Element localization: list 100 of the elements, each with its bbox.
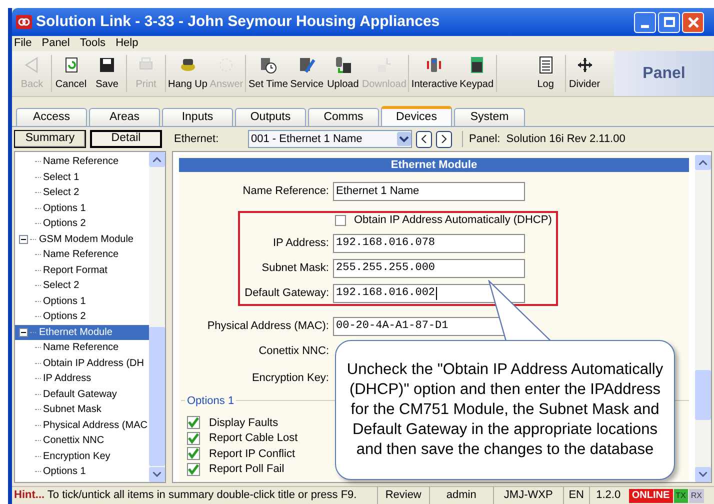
toolbar-button[interactable]: Upload	[324, 51, 361, 96]
tab[interactable]: System	[454, 108, 525, 126]
group-title: Options 1	[185, 393, 236, 410]
field-label: Default Gateway:	[244, 286, 329, 302]
tree-item[interactable]: Options 2	[43, 216, 86, 232]
minimize-icon	[641, 24, 649, 28]
tree-item[interactable]: Name Reference	[43, 247, 119, 262]
toolbar-button[interactable]: Interactive	[410, 51, 459, 96]
tree-item[interactable]: Options 1	[43, 200, 86, 216]
tree-item[interactable]: IP Address	[43, 371, 92, 386]
checkbox[interactable]	[335, 215, 346, 226]
menu-item[interactable]: Tools	[80, 35, 106, 52]
checkbox[interactable]	[187, 416, 200, 430]
status-field: JMJ-WXP	[492, 487, 563, 504]
device-label: Ethernet:	[174, 132, 220, 147]
checkbox-label: Display Faults	[209, 416, 278, 430]
tree-item[interactable]: Select 2	[43, 278, 80, 294]
collapse-toggle[interactable]	[19, 234, 28, 244]
field-label: Subnet Mask:	[260, 261, 329, 276]
tree-item[interactable]: Report Format	[43, 262, 108, 278]
minimize-button[interactable]	[634, 12, 656, 32]
close-icon	[688, 16, 698, 28]
tree-item[interactable]: Conettix NNC	[43, 433, 104, 448]
checkbox[interactable]	[187, 462, 200, 476]
view-button[interactable]: Detail	[90, 130, 162, 148]
menu-item[interactable]: File	[14, 35, 32, 52]
tab[interactable]: Outputs	[235, 108, 306, 126]
scroll-thumb[interactable]	[695, 370, 711, 420]
close-button[interactable]	[682, 12, 704, 32]
checkbox-label: Report Cable Lost	[209, 431, 298, 446]
tab[interactable]: Areas	[89, 108, 160, 126]
tree-item[interactable]: Options 2	[43, 309, 86, 324]
menu-item[interactable]: Panel	[42, 35, 70, 52]
status-field: 1.2.0	[588, 487, 627, 504]
checkbox[interactable]	[187, 447, 200, 460]
checkbox[interactable]	[187, 432, 200, 445]
panel-label: Panel	[614, 51, 714, 96]
field-label: Encryption Key:	[250, 371, 329, 386]
tree-item[interactable]: Obtain IP Address (DH	[43, 356, 144, 371]
tab[interactable]: Inputs	[162, 108, 233, 126]
toolbar-button[interactable]: Save	[89, 51, 125, 96]
device-icon	[425, 56, 444, 74]
checkbox-label: Obtain IP Address Automatically (DHCP)	[354, 213, 552, 228]
tree-item[interactable]: GSM Modem Module	[38, 232, 136, 247]
scroll-thumb[interactable]	[149, 327, 165, 466]
toolbar-button[interactable]: Set Time	[247, 51, 289, 96]
checkbox-label: Report IP Conflict	[209, 446, 296, 462]
toolbar-button[interactable]: Hang Up	[167, 51, 208, 96]
panel-info: Panel: Solution 16i Rev 2.11.00	[462, 130, 626, 148]
list-icon	[536, 56, 555, 74]
input-field[interactable]: 255.255.255.000	[333, 259, 525, 278]
input-field[interactable]: 192.168.016.002	[333, 284, 525, 303]
device-dropdown[interactable]: 001 - Ethernet 1 Name	[248, 130, 412, 148]
tree-scrollbar[interactable]	[149, 152, 165, 482]
previous-button[interactable]	[416, 130, 432, 148]
tab[interactable]: Access	[16, 108, 87, 126]
toolbar-button[interactable]: Keypad	[458, 51, 495, 96]
field-label: Name Reference:	[242, 184, 329, 200]
circle-icon	[217, 56, 236, 74]
status-indicator: TX	[674, 488, 688, 502]
status-field: EN	[562, 487, 589, 504]
tree-item[interactable]: Subnet Mask	[43, 402, 102, 418]
tab[interactable]: Devices	[381, 106, 452, 126]
field-label: IP Address:	[272, 236, 329, 252]
toolbar-button[interactable]: Log	[528, 51, 564, 96]
tree-item[interactable]: Name Reference	[43, 154, 119, 170]
maximize-icon	[664, 17, 674, 27]
maximize-button[interactable]	[658, 12, 680, 32]
window-title: Solution Link - 3-33 - John Seymour Housing Appliances	[36, 12, 440, 32]
tree-item[interactable]: Name Reference	[43, 340, 119, 356]
tab[interactable]: Comms	[308, 108, 379, 126]
tree-item[interactable]: Physical Address (MAC	[43, 418, 148, 433]
toolbar-button[interactable]: Cancel	[53, 51, 89, 96]
move-arrows-icon	[576, 56, 594, 74]
section-title: Ethernet Module	[179, 158, 689, 172]
view-button[interactable]: Summary	[14, 130, 86, 148]
input-field[interactable]: 192.168.016.078	[333, 234, 525, 253]
hint-text: Hint... To tick/untick all items in summary double-click title or press F9.	[13, 488, 358, 504]
status-field: admin	[428, 487, 493, 504]
menu-item[interactable]: Help	[116, 35, 138, 52]
clock-icon	[259, 56, 278, 74]
status-indicator: RX	[688, 488, 704, 502]
field-label: Conettix NNC:	[258, 344, 329, 360]
form-scrollbar[interactable]	[695, 155, 711, 482]
tree-item[interactable]: Select 2	[43, 185, 80, 200]
input-field[interactable]: Ethernet 1 Name	[333, 182, 525, 201]
checkbox-label: Report Poll Fail	[209, 462, 284, 477]
field-label: Physical Address (MAC):	[206, 319, 329, 334]
next-button[interactable]	[436, 130, 452, 148]
tree-item[interactable]: Default Gateway	[43, 386, 117, 402]
collapse-toggle[interactable]	[19, 328, 28, 337]
app-logo-icon	[16, 15, 32, 29]
toolbar-button[interactable]: Service	[288, 51, 325, 96]
tree-item[interactable]: Encryption Key	[43, 448, 110, 464]
tree-item[interactable]: Options 1	[43, 464, 86, 480]
online-badge: ONLINE	[628, 488, 673, 502]
tree-item[interactable]: Select 1	[43, 170, 80, 185]
toolbar-button[interactable]: Divider	[566, 51, 603, 96]
tree-item[interactable]: Options 1	[43, 294, 86, 309]
status-field: Review	[376, 487, 429, 504]
